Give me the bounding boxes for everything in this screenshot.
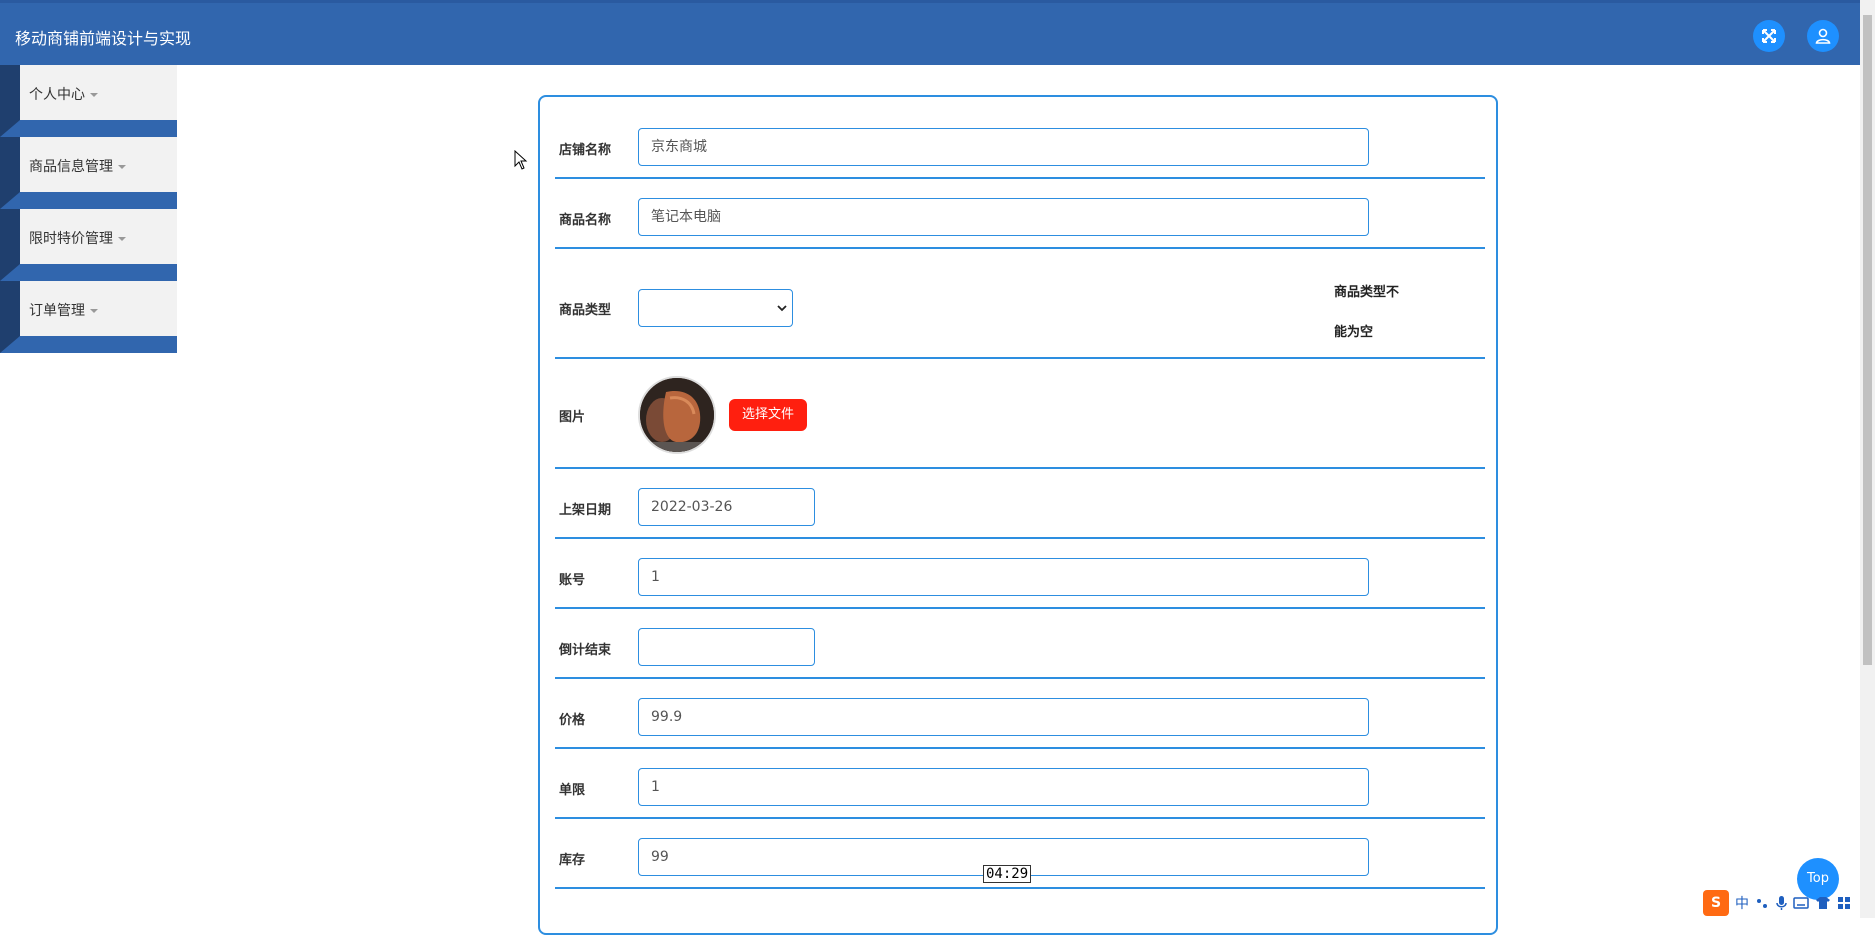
sidebar: 个人中心 商品信息管理 限时特价管理 订单管理: [0, 65, 177, 353]
price-label: 价格: [559, 713, 586, 728]
app-title: 移动商铺前端设计与实现: [15, 29, 192, 48]
product-type-error-line1: 商品类型不: [1334, 285, 1400, 300]
sidebar-item-label: 商品信息管理: [29, 159, 113, 175]
skin-icon[interactable]: [1815, 896, 1831, 910]
sidebar-item-label: 限时特价管理: [29, 231, 113, 247]
product-image-thumbnail: [638, 376, 716, 454]
listing-date-label: 上架日期: [559, 503, 612, 518]
sidebar-item-label: 个人中心: [29, 87, 85, 103]
product-type-error-line2: 能为空: [1334, 325, 1374, 340]
product-name-input[interactable]: 笔记本电脑: [638, 198, 1369, 236]
ime-toolbar[interactable]: S 中: [1703, 888, 1875, 918]
countdown-end-label: 倒计结束: [559, 643, 612, 658]
sidebar-item-orders[interactable]: 订单管理: [0, 281, 177, 353]
ime-mode-label[interactable]: 中: [1735, 893, 1749, 913]
sidebar-item-personal-center[interactable]: 个人中心: [0, 65, 177, 137]
video-timer: 04:29: [983, 865, 1032, 883]
form-row-shop-name: 店铺名称 京东商城: [555, 97, 1485, 179]
product-name-label: 商品名称: [559, 213, 612, 228]
image-label: 图片: [559, 410, 586, 425]
form-row-image: 图片 选择文件: [555, 359, 1485, 469]
account-input[interactable]: 1: [638, 558, 1369, 596]
scrollbar-thumb[interactable]: [1863, 15, 1872, 665]
chevron-down-icon: [90, 93, 98, 97]
chevron-down-icon: [90, 309, 98, 313]
shop-name-label: 店铺名称: [559, 143, 612, 158]
punctuation-icon[interactable]: [1755, 896, 1769, 910]
listing-date-input[interactable]: 2022-03-26: [638, 488, 815, 526]
fullscreen-button[interactable]: [1753, 20, 1785, 52]
limit-input[interactable]: 1: [638, 768, 1369, 806]
user-profile-button[interactable]: [1807, 20, 1839, 52]
sidebar-item-product-info[interactable]: 商品信息管理: [0, 137, 177, 209]
form-row-listing-date: 上架日期 2022-03-26: [555, 469, 1485, 539]
user-icon: [1815, 28, 1831, 44]
countdown-end-input[interactable]: [638, 628, 815, 666]
page-scrollbar[interactable]: [1860, 0, 1875, 918]
top-header: 移动商铺前端设计与实现: [0, 0, 1860, 65]
form-row-limit: 单限 1: [555, 749, 1485, 819]
sidebar-item-flash-sale[interactable]: 限时特价管理: [0, 209, 177, 281]
form-row-product-name: 商品名称 笔记本电脑: [555, 179, 1485, 249]
microphone-icon[interactable]: [1775, 895, 1787, 911]
account-label: 账号: [559, 573, 586, 588]
product-type-label: 商品类型: [559, 303, 612, 318]
stock-label: 库存: [559, 853, 586, 868]
product-form: 店铺名称 京东商城 商品名称 笔记本电脑 商品类型 商品类型不 能为空 图片 选…: [538, 95, 1498, 935]
form-row-product-type: 商品类型 商品类型不 能为空: [555, 249, 1485, 359]
keyboard-icon[interactable]: [1793, 896, 1809, 910]
chevron-down-icon: [777, 305, 787, 312]
limit-label: 单限: [559, 783, 586, 798]
form-row-price: 价格 99.9: [555, 679, 1485, 749]
price-input[interactable]: 99.9: [638, 698, 1369, 736]
form-row-account: 账号 1: [555, 539, 1485, 609]
chevron-down-icon: [118, 165, 126, 169]
form-row-countdown-end: 倒计结束: [555, 609, 1485, 679]
product-type-select[interactable]: [638, 289, 793, 327]
fullscreen-icon: [1762, 29, 1776, 43]
chevron-down-icon: [118, 237, 126, 241]
shop-name-input[interactable]: 京东商城: [638, 128, 1369, 166]
mouse-cursor-icon: [514, 150, 528, 170]
toolbox-icon[interactable]: [1837, 896, 1851, 910]
sogou-ime-icon[interactable]: S: [1703, 890, 1729, 916]
sidebar-item-label: 订单管理: [29, 303, 85, 319]
choose-file-button[interactable]: 选择文件: [729, 399, 807, 431]
